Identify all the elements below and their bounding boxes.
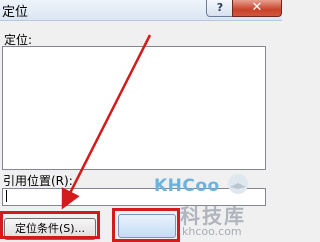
watermark: KHCoo 科技库 khcoo.com — [150, 170, 280, 242]
watermark-domain: khcoo.com — [182, 225, 242, 238]
watermark-brand: KHCoo — [154, 176, 220, 196]
